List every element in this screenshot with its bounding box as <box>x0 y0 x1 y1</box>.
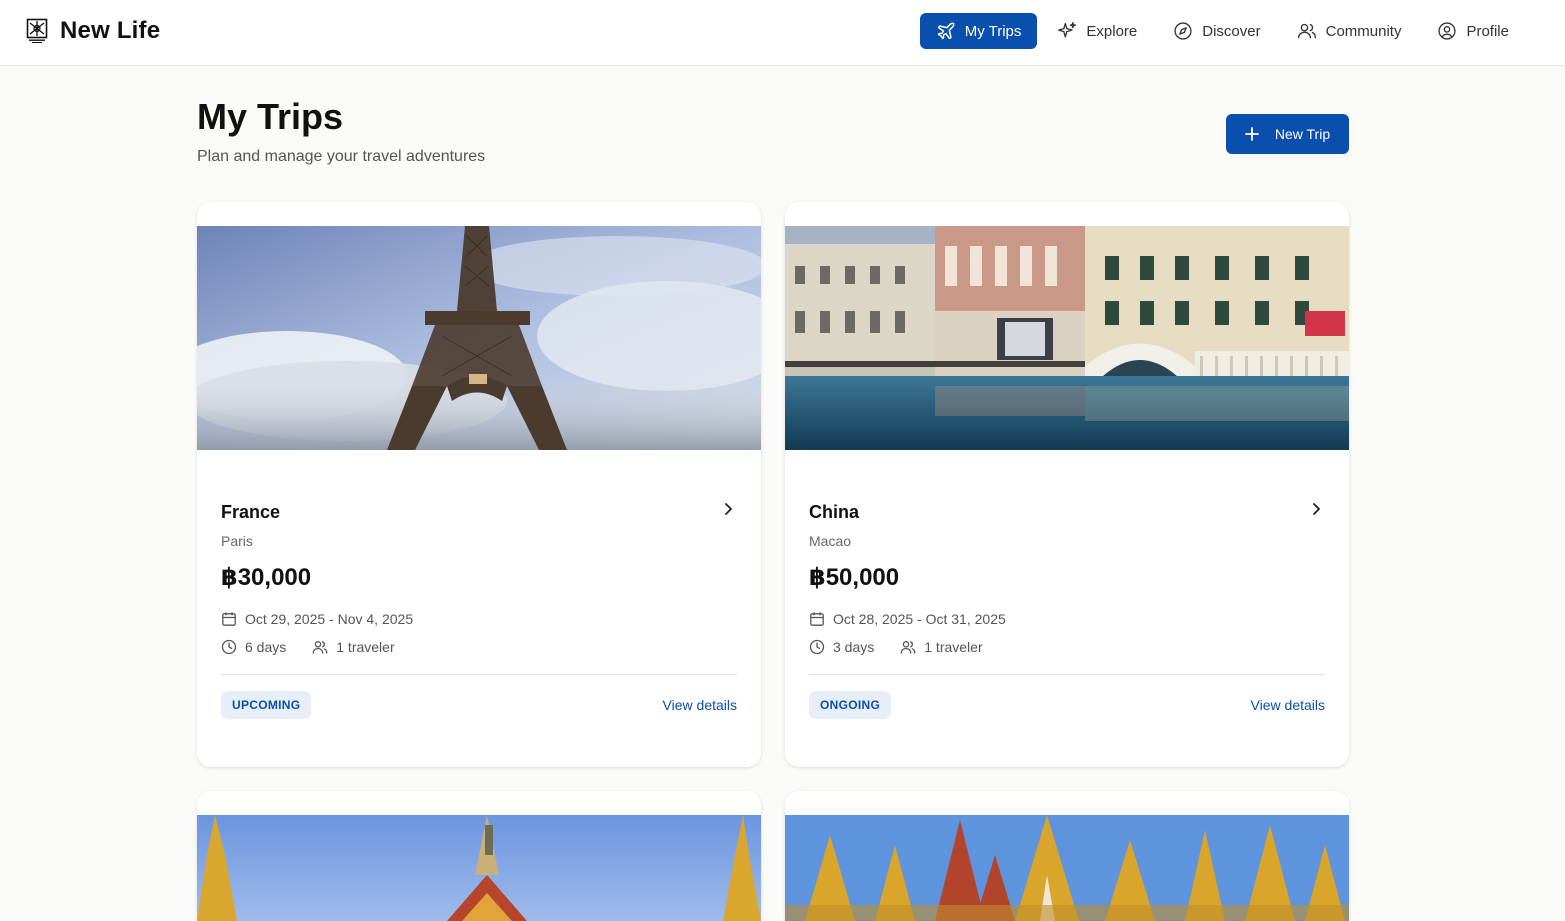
trip-photo-thai-temple <box>197 815 761 921</box>
plus-icon <box>1244 127 1259 141</box>
calendar-icon <box>810 612 824 626</box>
trip-dates-row: Oct 28, 2025 - Oct 31, 2025 <box>809 611 1006 627</box>
users-icon <box>312 641 328 654</box>
nav-label: Discover <box>1202 22 1261 40</box>
trip-stats-row: 3 days 1 traveler <box>809 639 983 655</box>
trip-duration: 6 days <box>245 639 287 655</box>
nav-my-trips[interactable]: My Trips <box>919 13 1038 49</box>
app-name: New Life <box>60 17 161 44</box>
trip-card-temple[interactable] <box>197 791 761 921</box>
trip-country: China <box>809 502 860 522</box>
trip-card-france[interactable]: France Paris ฿30,000 Oct 29, 2025 - Nov … <box>197 202 761 767</box>
trip-stats-row: 6 days 1 traveler <box>221 639 395 655</box>
nav-community[interactable]: Community <box>1281 13 1418 49</box>
trip-photo-macao-venetian <box>785 226 1349 450</box>
trip-city: Macao <box>809 533 852 549</box>
new-trip-label: New Trip <box>1274 126 1331 142</box>
view-details-link[interactable]: View details <box>1251 697 1325 713</box>
trip-price: ฿50,000 <box>809 564 900 591</box>
nav-discover[interactable]: Discover <box>1157 13 1276 49</box>
trip-travelers: 1 traveler <box>336 639 395 655</box>
top-navbar: New Life My Trips Explore Discover Commu… <box>0 0 1565 66</box>
plane-icon <box>937 22 955 40</box>
trip-photo-golden-pagoda <box>785 815 1349 921</box>
status-badge: ONGOING <box>809 691 892 719</box>
users-icon <box>900 641 916 654</box>
trip-duration: 3 days <box>833 639 875 655</box>
page-title: My Trips <box>197 96 344 137</box>
trip-dates: Oct 28, 2025 - Oct 31, 2025 <box>833 611 1006 627</box>
user-circle-icon <box>1438 22 1457 40</box>
trip-card-china[interactable]: China Macao ฿50,000 Oct 28, 2025 - Oct 3… <box>785 202 1349 767</box>
nav-label: My Trips <box>964 22 1022 40</box>
view-details-link[interactable]: View details <box>663 697 737 713</box>
nav-label: Explore <box>1086 22 1138 40</box>
trip-price: ฿30,000 <box>221 564 312 591</box>
new-trip-button[interactable]: New Trip <box>1226 114 1349 154</box>
nav-label: Community <box>1325 22 1402 40</box>
brand[interactable]: New Life <box>26 17 160 45</box>
nav-profile[interactable]: Profile <box>1421 13 1525 49</box>
new-life-logo-icon <box>26 18 48 43</box>
status-badge: UPCOMING <box>221 691 312 719</box>
sparkles-icon <box>1058 22 1077 38</box>
card-divider <box>809 674 1325 675</box>
compass-icon <box>1174 22 1192 40</box>
clock-icon <box>809 639 825 655</box>
clock-icon <box>221 639 237 655</box>
nav-label: Profile <box>1466 22 1509 40</box>
card-divider <box>221 674 737 675</box>
main-nav: My Trips Explore Discover Community Prof… <box>919 13 1525 49</box>
trip-card-pagoda[interactable] <box>785 791 1349 921</box>
calendar-icon <box>222 612 236 626</box>
trip-dates: Oct 29, 2025 - Nov 4, 2025 <box>245 611 414 627</box>
trip-dates-row: Oct 29, 2025 - Nov 4, 2025 <box>221 611 413 627</box>
trip-city: Paris <box>221 533 253 549</box>
chevron-right-icon[interactable] <box>1307 500 1325 518</box>
page-subtitle: Plan and manage your travel adventures <box>197 148 486 165</box>
users-icon <box>1297 23 1316 39</box>
trip-photo-eiffel-tower <box>197 226 761 450</box>
chevron-right-icon[interactable] <box>719 500 737 518</box>
trip-travelers: 1 traveler <box>924 639 983 655</box>
trip-country: France <box>221 502 281 522</box>
nav-explore[interactable]: Explore <box>1041 13 1153 49</box>
